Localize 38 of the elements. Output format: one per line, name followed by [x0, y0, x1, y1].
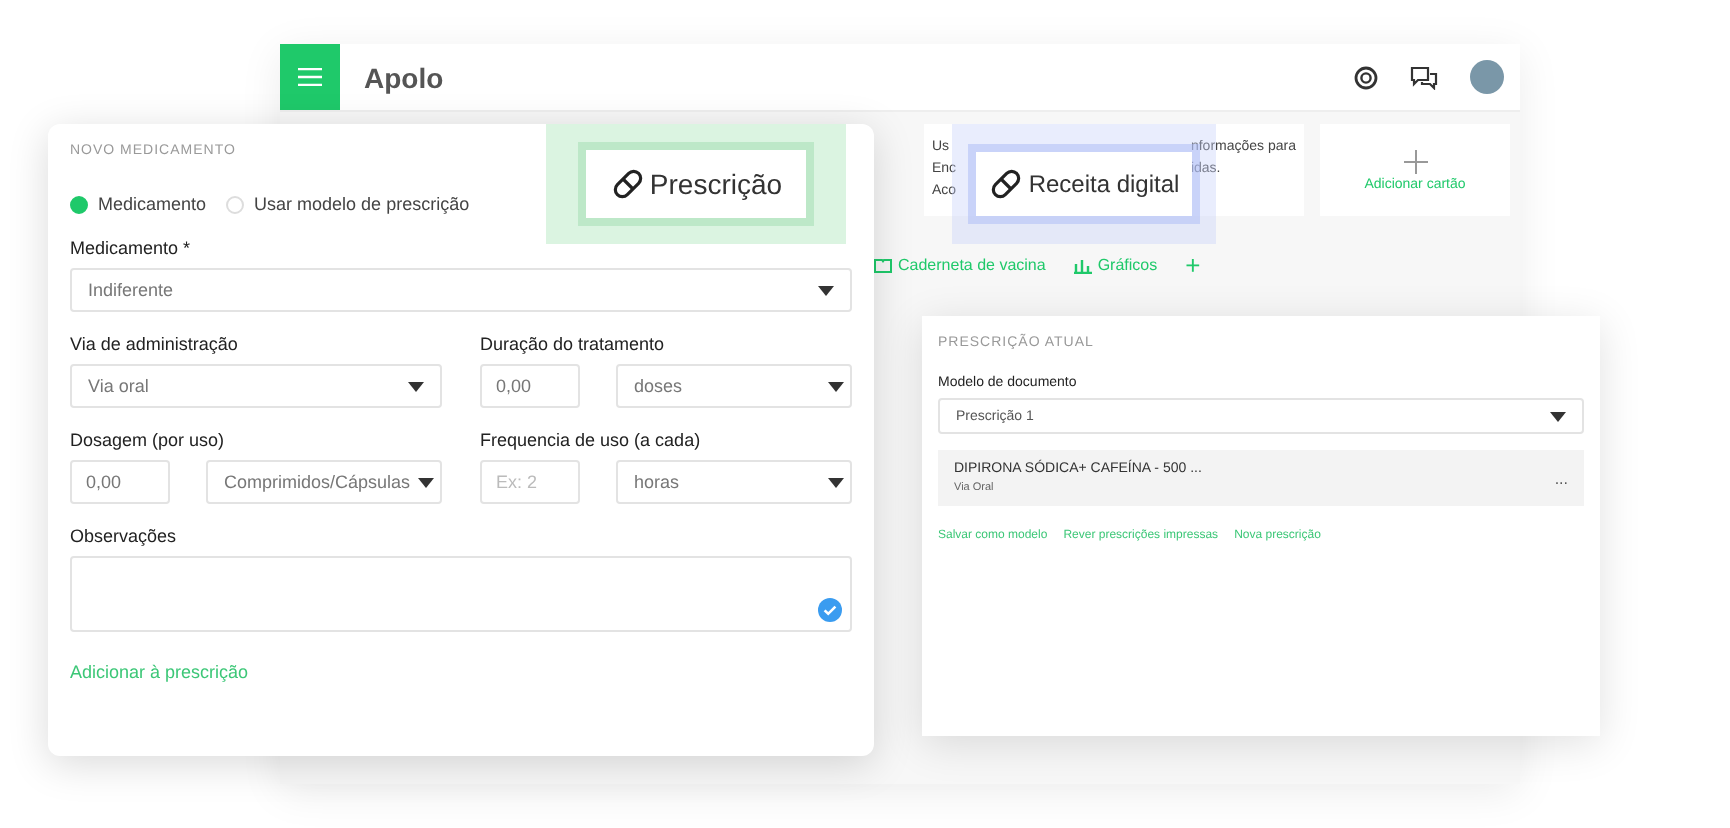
- menu-icon: [298, 68, 322, 86]
- bar-chart-icon: [1073, 257, 1092, 273]
- medication-select[interactable]: Indiferente: [70, 268, 852, 312]
- callout-label: Prescrição: [585, 150, 807, 218]
- notes-field[interactable]: [70, 556, 852, 632]
- caret-icon: [828, 477, 844, 487]
- plus-icon: [1403, 149, 1427, 173]
- radio-option[interactable]: Medicamento: [70, 194, 207, 214]
- pill-icon: [988, 166, 1025, 202]
- field-label: Duração do tratamento: [480, 334, 667, 354]
- route-select[interactable]: Via oral: [70, 364, 442, 408]
- field-label: Frequencia de uso (a cada): [480, 430, 703, 450]
- book-icon: [874, 257, 892, 273]
- app-title: Apolo: [364, 61, 446, 93]
- unit-select[interactable]: Comprimidos/Cápsulas: [206, 460, 442, 504]
- unit-select[interactable]: horas: [616, 460, 852, 504]
- field-label: Medicamento *: [70, 238, 193, 258]
- field-label: Observações: [70, 526, 179, 546]
- input-field[interactable]: 0,00: [480, 364, 580, 408]
- unit-select[interactable]: doses: [616, 364, 852, 408]
- pill-icon: [609, 166, 646, 202]
- field-label: Dosagem (por uso): [70, 430, 227, 450]
- caret-icon: [408, 381, 424, 391]
- more-button[interactable]: ...: [1554, 469, 1568, 487]
- input-field[interactable]: 0,00: [70, 460, 170, 504]
- radio-option[interactable]: Usar modelo de prescrição: [226, 194, 470, 214]
- callout-label: Receita digital: [976, 152, 1192, 216]
- menu-button[interactable]: [280, 44, 340, 110]
- avatar[interactable]: [1470, 60, 1504, 94]
- check-icon: [818, 598, 842, 622]
- caret-icon: [418, 477, 434, 487]
- caret-icon: [818, 285, 834, 295]
- chat-icon[interactable]: [1410, 65, 1438, 89]
- field-label: Via de administração: [70, 334, 240, 354]
- caret-icon: [828, 381, 844, 391]
- lifebuoy-icon[interactable]: [1354, 65, 1378, 89]
- input-field[interactable]: Ex: 2: [480, 460, 580, 504]
- caret-icon: [1550, 411, 1566, 421]
